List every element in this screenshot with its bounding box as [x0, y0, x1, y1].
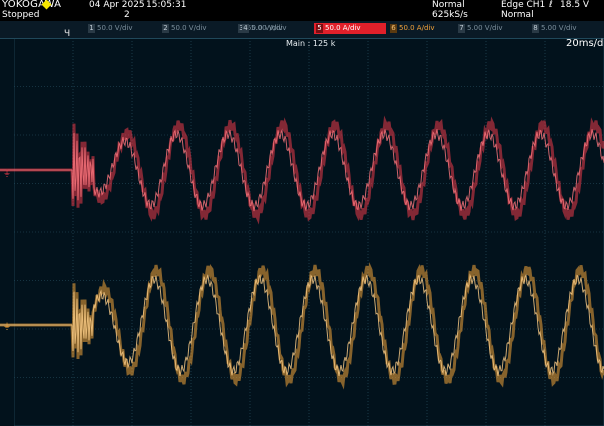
channel-5-ground-marker[interactable]: ⏚ — [3, 168, 11, 179]
main-record-label: Main : 125 k — [286, 39, 336, 48]
channel-6-ground-marker[interactable]: ⏚ — [3, 321, 11, 332]
trigger-position-marker[interactable]: Ч — [64, 29, 70, 39]
channel-6-trace — [0, 262, 604, 390]
time-per-div-readout: 20ms/di — [566, 38, 604, 49]
waveform-area[interactable] — [0, 0, 604, 426]
channel-5-trace — [0, 115, 604, 225]
oscilloscope-screen: YOKOGAWA Stopped 04 Apr 2025 15:05:31 2 … — [0, 0, 604, 426]
